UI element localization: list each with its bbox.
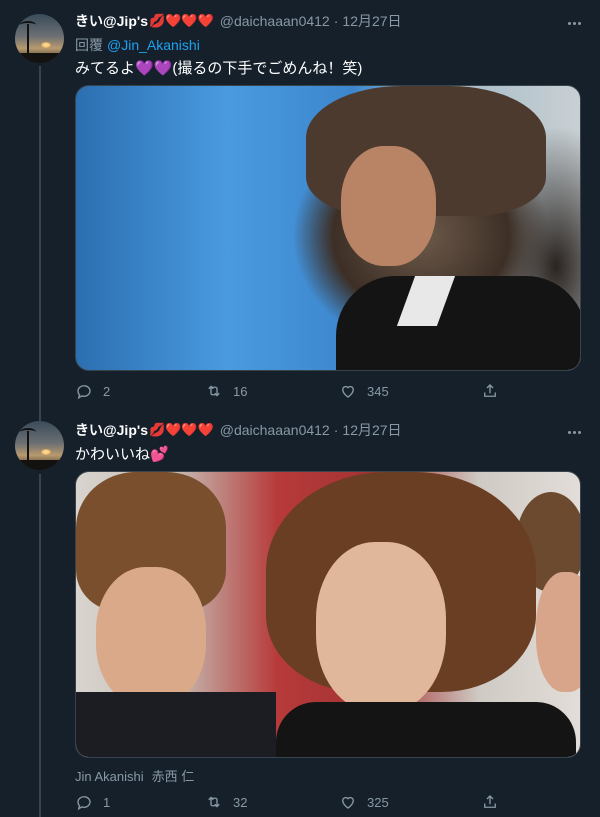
media-tag[interactable]: Jin Akanishi bbox=[75, 769, 144, 784]
author-handle[interactable]: @daichaaan0412 bbox=[220, 422, 330, 438]
tweet-header: きい@Jip's 💋❤️❤️❤️ @daichaaan0412 · 12月27日 bbox=[75, 11, 402, 31]
tweet-date[interactable]: 12月27日 bbox=[342, 420, 401, 440]
tweet-actions: 1 32 325 bbox=[75, 792, 515, 812]
reply-button[interactable]: 1 bbox=[75, 792, 110, 812]
share-icon bbox=[484, 384, 496, 397]
author-name[interactable]: きい@Jip's bbox=[75, 11, 148, 31]
reply-context: 回覆 @Jin_Akanishi bbox=[75, 35, 200, 55]
like-button[interactable]: 345 bbox=[339, 381, 389, 401]
author-name[interactable]: きい@Jip's bbox=[75, 420, 148, 440]
reply-count: 1 bbox=[103, 794, 111, 810]
retweet-button[interactable]: 16 bbox=[205, 381, 247, 401]
separator: · bbox=[333, 422, 339, 438]
tweet[interactable]: きい@Jip's 💋❤️❤️❤️ @daichaaan0412 · 12月27日… bbox=[0, 410, 600, 817]
share-button[interactable] bbox=[481, 792, 499, 812]
more-dots-icon[interactable] bbox=[564, 18, 584, 28]
name-emojis: 💋❤️❤️❤️ bbox=[149, 13, 214, 28]
reply-mention-link[interactable]: @Jin_Akanishi bbox=[107, 37, 200, 53]
retweet-button[interactable]: 32 bbox=[205, 792, 247, 812]
media-tags[interactable]: Jin Akanishi 赤西 仁 bbox=[75, 766, 194, 785]
tweet-text: かわいいね💕 bbox=[75, 443, 169, 464]
retweet-count: 16 bbox=[233, 383, 248, 399]
retweet-icon bbox=[208, 796, 220, 808]
like-button[interactable]: 325 bbox=[339, 792, 389, 812]
reply-button[interactable]: 2 bbox=[75, 381, 110, 401]
heart-icon bbox=[342, 385, 354, 398]
tweet-text-main: かわいいね bbox=[75, 446, 151, 463]
like-count: 345 bbox=[367, 383, 389, 399]
retweet-icon bbox=[208, 385, 220, 397]
tweet-media-image[interactable] bbox=[75, 471, 581, 758]
share-icon bbox=[484, 795, 496, 808]
avatar[interactable] bbox=[15, 14, 64, 63]
avatar[interactable] bbox=[15, 421, 64, 470]
tweet-text-emojis: 💜💜 bbox=[135, 60, 173, 77]
tweet-header: きい@Jip's 💋❤️❤️❤️ @daichaaan0412 · 12月27日 bbox=[75, 420, 402, 440]
tweet-text-main: みてるよ bbox=[75, 60, 136, 77]
tweet-text-emojis: 💕 bbox=[150, 446, 169, 463]
tweet[interactable]: きい@Jip's 💋❤️❤️❤️ @daichaaan0412 · 12月27日… bbox=[0, 0, 600, 405]
more-dots-icon[interactable] bbox=[564, 427, 584, 437]
like-count: 325 bbox=[367, 794, 389, 810]
reply-label: 回覆 bbox=[75, 37, 103, 53]
speech-bubble-icon bbox=[77, 796, 91, 811]
share-button[interactable] bbox=[481, 381, 499, 401]
tweet-actions: 2 16 345 bbox=[75, 381, 515, 401]
speech-bubble-icon bbox=[77, 385, 91, 400]
tweet-text: みてるよ💜💜(撮るの下手でごめんね！笑) bbox=[75, 57, 362, 78]
author-handle[interactable]: @daichaaan0412 bbox=[220, 13, 330, 29]
name-emojis: 💋❤️❤️❤️ bbox=[149, 422, 214, 437]
heart-icon bbox=[342, 796, 354, 809]
tweet-media-image[interactable] bbox=[75, 85, 581, 371]
media-tag[interactable]: 赤西 仁 bbox=[152, 769, 195, 784]
retweet-count: 32 bbox=[233, 794, 248, 810]
tweet-date[interactable]: 12月27日 bbox=[342, 11, 401, 31]
separator: · bbox=[333, 13, 339, 29]
tweet-text-after: (撮るの下手でごめんね！笑) bbox=[172, 60, 363, 77]
reply-count: 2 bbox=[103, 383, 111, 399]
